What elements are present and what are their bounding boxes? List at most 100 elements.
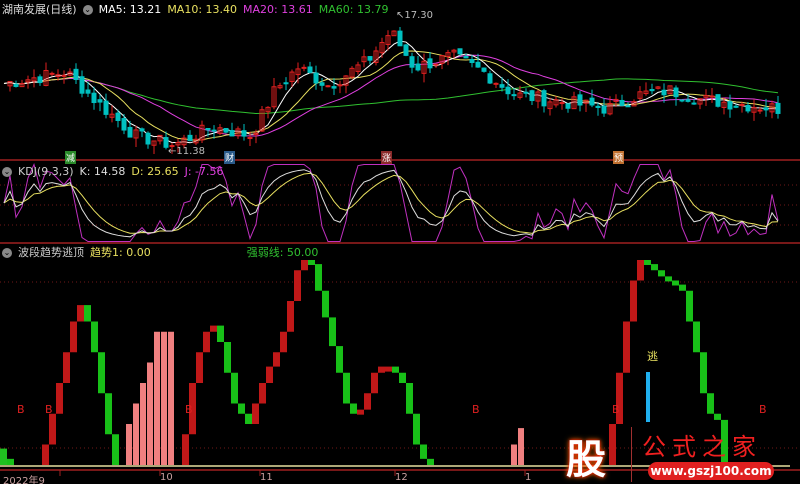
falling-column	[693, 321, 700, 353]
axis-label: 12	[395, 472, 408, 483]
candle	[409, 56, 415, 68]
candle	[577, 94, 583, 106]
stock-title: 湖南发展(日线)	[2, 3, 77, 16]
candle	[97, 99, 103, 103]
candle	[139, 128, 145, 132]
candle	[91, 92, 97, 104]
marker-finance[interactable]: 财	[224, 151, 236, 164]
candle	[223, 128, 229, 133]
ma10-line	[3, 50, 779, 141]
candle	[205, 128, 211, 131]
candle	[661, 89, 667, 96]
candle	[619, 99, 625, 106]
rising-column	[378, 366, 385, 373]
falling-column	[105, 393, 112, 435]
ma60-line	[3, 77, 779, 114]
candle	[433, 63, 439, 66]
candle	[13, 83, 19, 87]
pink-column	[140, 383, 146, 465]
candle	[541, 90, 547, 107]
falling-column	[665, 276, 672, 282]
trend-column	[0, 448, 7, 465]
candle	[397, 30, 403, 47]
logo-char: 股	[566, 437, 606, 483]
logo-name: 公式之家	[642, 433, 762, 461]
buy-signal: B	[185, 403, 193, 416]
escape-label: 逃	[647, 350, 658, 363]
pink-column	[161, 331, 167, 465]
falling-column	[399, 372, 406, 383]
falling-column	[329, 317, 336, 347]
collapse-icon[interactable]: ⌄	[82, 5, 93, 15]
rising-column	[259, 383, 266, 404]
collapse-icon[interactable]: ⌄	[2, 167, 12, 177]
falling-column	[427, 458, 434, 465]
rising-column	[182, 434, 189, 465]
rising-column	[70, 321, 77, 353]
candle	[331, 86, 337, 89]
falling-column	[217, 325, 224, 342]
candle	[127, 126, 133, 138]
rising-column	[273, 352, 280, 367]
rising-column	[630, 280, 637, 322]
marker-forecast[interactable]: 预	[613, 151, 625, 164]
candle	[481, 67, 487, 72]
candle	[565, 103, 571, 109]
candle	[757, 109, 763, 112]
candle	[37, 76, 43, 84]
candle	[487, 73, 493, 84]
candle	[595, 105, 601, 108]
buy-signal: B	[45, 403, 53, 416]
falling-column	[707, 393, 714, 414]
axis-label: 11	[260, 472, 273, 483]
candle	[61, 74, 67, 77]
rising-column	[623, 321, 630, 373]
candle	[505, 86, 511, 95]
axis-label: 10	[160, 472, 173, 483]
candle	[319, 82, 325, 86]
falling-column	[245, 413, 252, 424]
falling-column	[686, 290, 693, 322]
rising-column	[196, 352, 203, 383]
logo-url: www.gszj100.com	[648, 462, 774, 480]
rising-column	[616, 372, 623, 424]
candle	[673, 87, 679, 98]
ma20-line	[3, 54, 779, 137]
candle	[415, 63, 421, 71]
falling-column	[308, 260, 315, 265]
rising-column	[42, 444, 49, 465]
kdj-k: K: 14.58	[79, 165, 126, 178]
candle	[73, 68, 79, 81]
axis-label: 2022年9	[3, 476, 45, 484]
candle	[187, 134, 193, 142]
ma60-value: MA60: 13.79	[318, 3, 389, 16]
rising-column	[77, 305, 84, 322]
falling-column	[714, 413, 721, 420]
pink-column	[518, 428, 524, 465]
falling-column	[315, 264, 322, 291]
rising-column	[203, 331, 210, 353]
kdj-j: J: -7.56	[184, 165, 224, 178]
candle	[367, 56, 373, 61]
candle	[403, 44, 409, 56]
falling-column	[658, 270, 665, 277]
candle	[529, 90, 535, 102]
pink-column	[168, 331, 174, 465]
falling-column	[112, 434, 119, 465]
chart-window: 湖南发展(日线) ⌄ MA5: 13.21 MA10: 13.40 MA20: 13.6…	[0, 0, 800, 484]
kdj-header: ⌄ KDJ(9,3,3) K: 14.58 D: 25.65 J: -7.56	[2, 165, 230, 178]
falling-column	[224, 342, 231, 373]
pink-column	[133, 403, 139, 465]
marker-rise[interactable]: 涨	[381, 151, 393, 164]
falling-column	[679, 284, 686, 291]
candle	[589, 97, 595, 106]
candle	[229, 130, 235, 137]
falling-column	[91, 321, 98, 353]
marker-reduce[interactable]: 减	[65, 151, 77, 164]
low-label: ←11.38	[168, 146, 206, 157]
high-label: ↖17.30	[396, 10, 434, 21]
candle	[337, 84, 343, 87]
falling-column	[700, 352, 707, 394]
rising-column	[301, 260, 308, 271]
collapse-icon[interactable]: ⌄	[2, 248, 12, 258]
